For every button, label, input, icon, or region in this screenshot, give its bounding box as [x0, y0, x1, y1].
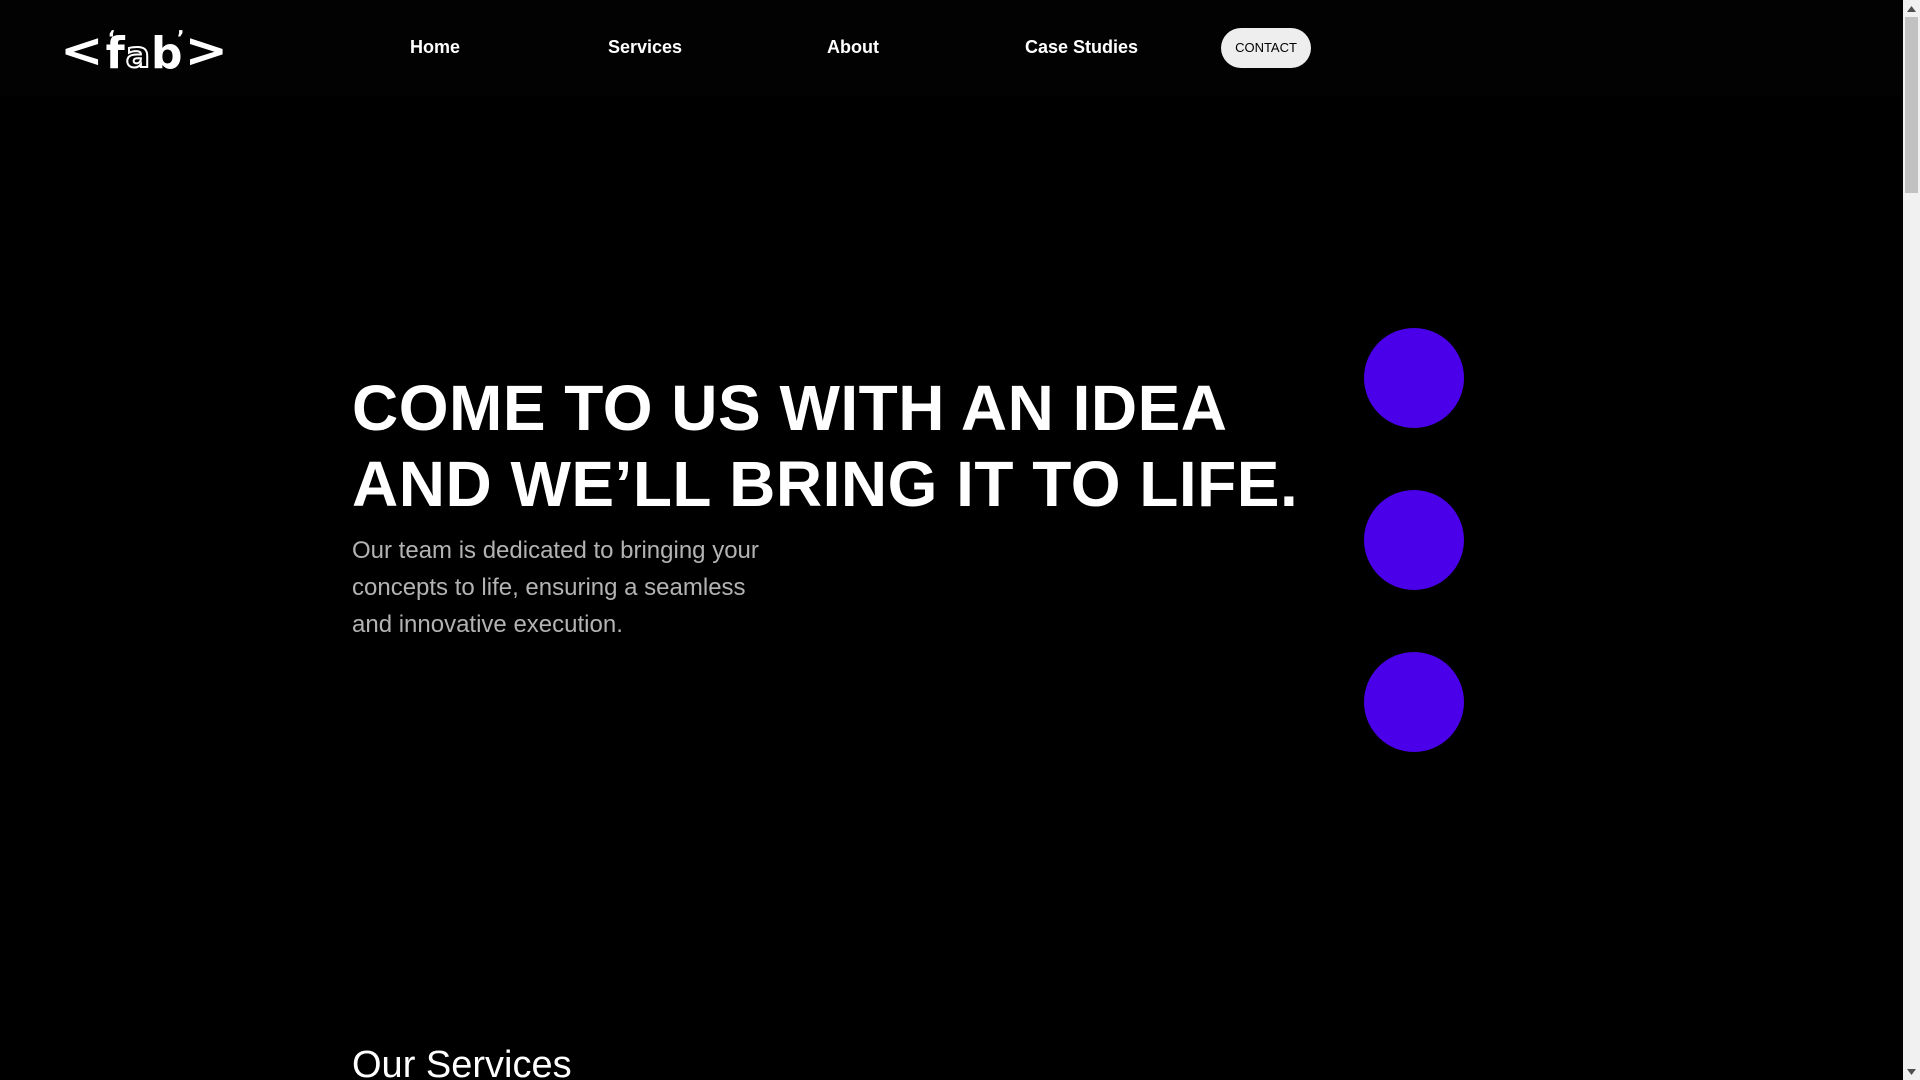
contact-button[interactable]: CONTACT — [1221, 28, 1311, 68]
scroll-up-arrow-icon[interactable] — [1903, 0, 1920, 17]
nav-link-home[interactable]: Home — [410, 36, 460, 58]
page: < ʻ f a b ʼ > Home Services About Case S… — [0, 0, 1903, 1080]
nav-link-services[interactable]: Services — [608, 36, 682, 58]
hero-subtitle-line-3: and innovative execution. — [352, 611, 623, 638]
hero-title-line-1: COME TO US WITH AN IDEA — [352, 372, 1228, 444]
hero-subtitle-line-1: Our team is dedicated to bringing your — [352, 537, 759, 564]
nav-link-case-studies[interactable]: Case Studies — [1025, 36, 1138, 58]
slider-dot-2[interactable] — [1364, 490, 1464, 590]
site-header: < ʻ f a b ʼ > Home Services About Case S… — [0, 0, 1903, 96]
hero-subtitle: Our team is dedicated to bringing your c… — [352, 532, 812, 643]
hero-subtitle-line-2: concepts to life, ensuring a seamless — [352, 574, 746, 601]
slider-dot-3[interactable] — [1364, 652, 1464, 752]
scrollbar-thumb[interactable] — [1905, 17, 1918, 193]
vertical-scrollbar[interactable] — [1903, 0, 1920, 1080]
services-heading: Our Services — [352, 1044, 572, 1080]
scroll-down-arrow-icon[interactable] — [1903, 1063, 1920, 1080]
hero-title: COME TO US WITH AN IDEA AND WE’LL BRING … — [352, 370, 1299, 522]
main-nav: Home Services About Case Studies CONTACT — [0, 0, 1903, 96]
nav-link-about[interactable]: About — [827, 36, 879, 58]
hero-title-line-2: AND WE’LL BRING IT TO LIFE. — [352, 448, 1299, 520]
slider-dot-1[interactable] — [1364, 328, 1464, 428]
